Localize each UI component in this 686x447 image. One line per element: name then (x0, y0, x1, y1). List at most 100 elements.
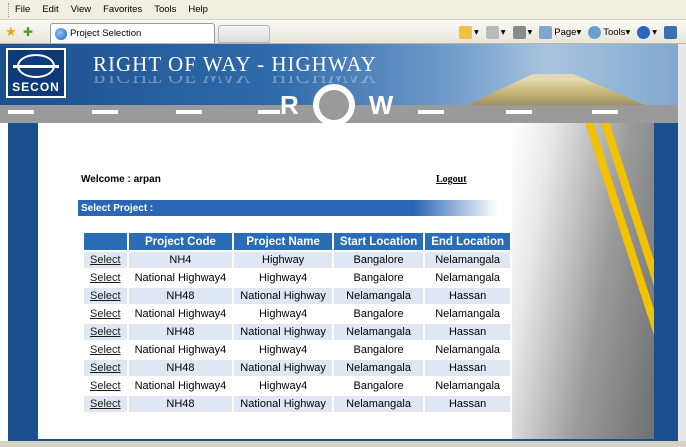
road-dash (592, 110, 618, 114)
print-icon (512, 25, 526, 39)
menu-view[interactable]: View (71, 4, 91, 15)
road-dash (258, 110, 280, 114)
select-cell: Select (84, 342, 127, 358)
tools-menu-button[interactable]: Tools ▾ (588, 25, 630, 39)
menu-tools[interactable]: Tools (154, 4, 176, 15)
select-cell: Select (84, 270, 127, 286)
select-link[interactable]: Select (90, 398, 121, 410)
new-tab-button[interactable] (218, 25, 270, 43)
cell-start-location: Nelamangala (333, 396, 424, 412)
row-logo-o (312, 84, 355, 126)
cell-project-name: Highway4 (234, 270, 332, 286)
table-row: Select National Highway4 Highway4 Bangalore… (84, 270, 511, 286)
row-logo-r: R (280, 89, 299, 120)
menu-favorites[interactable]: Favorites (103, 4, 142, 15)
menu-bar: File Edit View Favorites Tools Help (0, 0, 686, 20)
cell-project-code: National Highway4 (128, 270, 233, 286)
cell-end-location: Hassan (425, 360, 511, 376)
cell-start-location: Bangalore (333, 306, 424, 322)
road-dash (176, 110, 202, 114)
cell-project-name: Highway4 (234, 378, 332, 394)
page-menu-label: Page (554, 26, 577, 38)
row-logo-w: W (368, 89, 394, 120)
table-row: Select National Highway4 Highway4 Bangalore… (84, 306, 511, 322)
cell-end-location: Nelamangala (425, 270, 511, 286)
cell-start-location: Nelamangala (333, 360, 424, 376)
select-link[interactable]: Select (90, 380, 121, 392)
research-icon (664, 25, 677, 39)
select-link[interactable]: Select (90, 254, 121, 266)
header-end-location: End Location (425, 233, 511, 250)
print-button[interactable]: ▾ (512, 25, 532, 39)
cell-end-location: Hassan (425, 324, 511, 340)
cell-project-code: NH48 (128, 360, 233, 376)
feeds-button[interactable]: ▾ (485, 25, 506, 39)
select-cell: Select (84, 288, 127, 304)
tools-menu-label: Tools (603, 26, 626, 38)
select-link[interactable]: Select (90, 272, 121, 284)
cell-start-location: Nelamangala (333, 288, 424, 304)
page-menu-button[interactable]: Page ▾ (539, 25, 581, 39)
select-cell: Select (84, 306, 127, 322)
welcome-text: Welcome : arpan (81, 174, 161, 185)
select-link[interactable]: Select (90, 290, 121, 302)
cell-project-code: National Highway4 (128, 306, 233, 322)
menu-file[interactable]: File (15, 4, 30, 15)
cell-project-code: NH48 (128, 288, 233, 304)
cell-project-code: National Highway4 (128, 378, 233, 394)
header-start-location: Start Location (333, 233, 424, 250)
select-cell: Select (84, 324, 127, 340)
select-project-header: Select Project : (78, 200, 498, 216)
home-button[interactable]: ▾ (458, 25, 479, 39)
select-cell: Select (84, 252, 127, 268)
tools-gear-icon (588, 25, 602, 39)
globe-icon (13, 54, 59, 78)
toolbar-grip (8, 2, 11, 17)
menu-edit[interactable]: Edit (42, 4, 58, 15)
cell-project-name: National Highway (234, 396, 332, 412)
cell-project-code: NH48 (128, 396, 233, 412)
road-dash (92, 110, 118, 114)
ie-page-icon (55, 27, 67, 40)
cell-start-location: Bangalore (333, 342, 424, 358)
help-button[interactable]: ▾ (637, 25, 657, 39)
secon-logo: SECON (6, 48, 66, 98)
road-dash (8, 110, 34, 114)
select-link[interactable]: Select (90, 326, 121, 338)
table-row: Select NH4 Highway Bangalore Nelamangala (84, 252, 511, 268)
select-link[interactable]: Select (90, 308, 121, 320)
project-table: Project Code Project Name Start Location… (82, 231, 512, 414)
table-row: Select NH48 National Highway Nelamangala Has… (84, 324, 511, 340)
cell-end-location: Nelamangala (425, 378, 511, 394)
cell-end-location: Hassan (425, 288, 511, 304)
logout-link[interactable]: Logout (436, 174, 467, 185)
cell-project-name: Highway (234, 252, 332, 268)
road-side-image (512, 123, 654, 439)
tab-title: Project Selection (70, 28, 142, 39)
cell-end-location: Nelamangala (425, 306, 511, 322)
road-dash (506, 110, 532, 114)
home-icon (458, 25, 472, 39)
header-project-name: Project Name (234, 233, 332, 250)
cell-project-name: National Highway (234, 288, 332, 304)
cell-end-location: Hassan (425, 396, 511, 412)
cell-project-code: NH4 (128, 252, 233, 268)
road-dash (418, 110, 444, 114)
tab-project-selection[interactable]: Project Selection (50, 23, 215, 43)
table-row: Select National Highway4 Highway4 Bangalore… (84, 342, 511, 358)
help-icon (637, 25, 651, 39)
menu-help[interactable]: Help (188, 4, 208, 15)
select-link[interactable]: Select (90, 344, 121, 356)
cell-start-location: Bangalore (333, 252, 424, 268)
favorites-star-icon[interactable]: ★ (5, 24, 19, 39)
cell-project-name: Highway4 (234, 306, 332, 322)
add-favorites-icon[interactable]: ✚ (23, 25, 37, 39)
research-button[interactable] (664, 25, 679, 39)
select-link[interactable]: Select (90, 362, 121, 374)
cell-project-code: National Highway4 (128, 342, 233, 358)
table-row: Select NH48 National Highway Nelamangala Has… (84, 396, 511, 412)
cell-project-name: National Highway (234, 324, 332, 340)
page-scrollbar[interactable] (678, 44, 686, 441)
table-row: Select NH48 National Highway Nelamangala Has… (84, 288, 511, 304)
table-header-row: Project Code Project Name Start Location… (84, 233, 511, 250)
